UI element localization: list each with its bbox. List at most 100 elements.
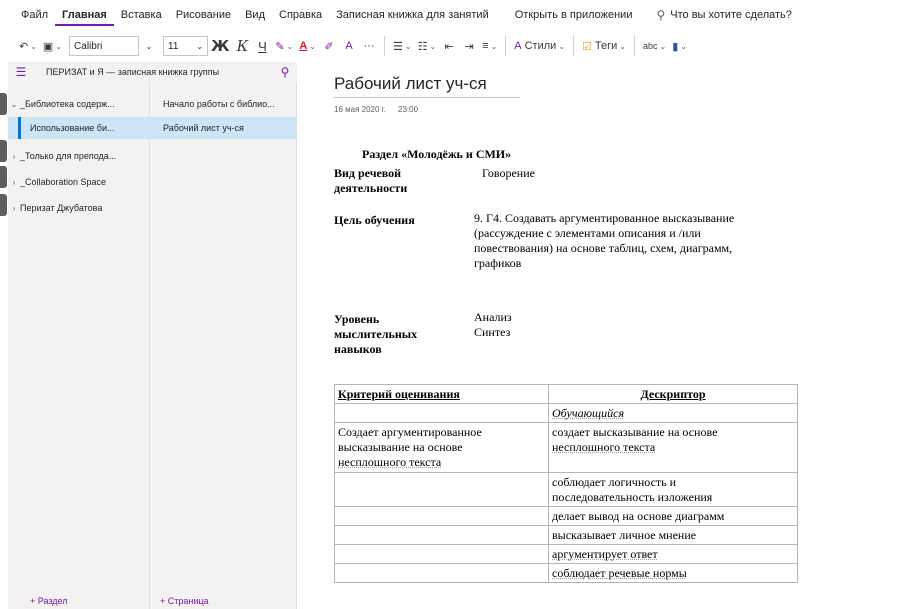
- table-cell[interactable]: [334, 525, 549, 545]
- section-label: _Collaboration Space: [20, 177, 107, 187]
- activity-label-line-1: Вид речевой: [334, 166, 402, 180]
- styles-button[interactable]: A Стили ⌄: [511, 34, 568, 58]
- chevron-down-icon: ⌄: [286, 41, 294, 51]
- tell-me-text: Что вы хотите сделать?: [670, 9, 792, 21]
- chevron-down-icon: ⌄: [619, 41, 626, 51]
- menu-class-notebook[interactable]: Записная книжка для занятий: [329, 9, 496, 21]
- descriptor-line: последовательность изложения: [552, 490, 713, 504]
- tell-me-box[interactable]: ⚲ Что вы хотите сделать?: [649, 8, 798, 22]
- font-size-input[interactable]: 11 ⌄: [163, 36, 209, 56]
- descriptor-header: Дескриптор: [640, 387, 706, 401]
- table-cell[interactable]: Обучающийся: [548, 403, 798, 423]
- font-color-icon: A: [299, 40, 308, 52]
- underline-button[interactable]: Ч: [252, 34, 272, 58]
- section-item-collaboration[interactable]: › _Collaboration Space: [8, 171, 150, 193]
- menu-open-in-app[interactable]: Открыть в приложении: [508, 9, 640, 21]
- notebook-header: ☰ ПЕРИЗАТ и Я — записная книжка группы ⚲: [8, 62, 297, 82]
- hamburger-menu-icon[interactable]: ☰: [8, 65, 34, 79]
- table-cell[interactable]: [334, 472, 549, 507]
- undo-button[interactable]: ↶ ⌄: [16, 34, 40, 58]
- styles-label: Стили: [524, 40, 557, 52]
- section-item-student[interactable]: › Перизат Джубатова: [8, 197, 150, 219]
- eraser-icon: ✐: [324, 40, 334, 53]
- table-cell[interactable]: создает высказывание на основе несплошно…: [548, 422, 798, 473]
- page-title[interactable]: Рабочий лист уч-ся: [334, 74, 487, 94]
- dictate-button[interactable]: ▮ ⌄: [669, 34, 690, 58]
- add-page-button[interactable]: + Страница: [160, 596, 209, 606]
- add-section-button[interactable]: + Раздел: [30, 596, 68, 606]
- goal-line: (рассуждение с элементами описания и /ил…: [474, 226, 701, 240]
- tags-button[interactable]: ☑ Теги ⌄: [579, 34, 629, 58]
- menu-file[interactable]: Файл: [14, 9, 55, 21]
- section-item-teacher-only[interactable]: › _Только для препода...: [8, 145, 150, 167]
- chevron-down-icon: ⌄: [558, 41, 566, 51]
- page-item-worksheet[interactable]: Рабочий лист уч-ся: [150, 117, 297, 139]
- menu-home[interactable]: Главная: [55, 9, 114, 26]
- table-cell[interactable]: [334, 403, 549, 423]
- table-cell[interactable]: [334, 544, 549, 564]
- undo-icon: ↶: [19, 40, 29, 53]
- descriptor-line: соблюдает логичность и: [552, 475, 677, 489]
- font-name-dropdown[interactable]: ⌄: [139, 36, 159, 56]
- table-header-cell[interactable]: Критерий оценивания: [334, 384, 549, 404]
- onenote-app: Файл Главная Вставка Рисование Вид Справ…: [0, 0, 905, 609]
- notebook-title[interactable]: ПЕРИЗАТ и Я — записная книжка группы: [34, 67, 273, 77]
- table-cell[interactable]: [334, 563, 549, 583]
- spelling-button[interactable]: abc ⌄: [640, 34, 669, 58]
- bullets-button[interactable]: ☰ ⌄: [390, 34, 415, 58]
- font-name-input[interactable]: Calibri: [69, 36, 140, 56]
- page-item-getting-started[interactable]: Начало работы с библио...: [150, 93, 297, 115]
- italic-button[interactable]: К: [232, 34, 252, 58]
- table-cell[interactable]: соблюдает речевые нормы: [548, 563, 798, 583]
- paste-button[interactable]: ▣ ⌄: [40, 34, 65, 58]
- descriptor-line: соблюдает речевые нормы: [552, 566, 687, 580]
- numbering-button[interactable]: ☷ ⌄: [415, 34, 440, 58]
- format-painter-button[interactable]: A: [339, 34, 359, 58]
- goal-line: повествования) на основе таблиц, схем, д…: [474, 241, 733, 255]
- bold-button[interactable]: Ж: [208, 34, 232, 58]
- menu-view[interactable]: Вид: [238, 9, 272, 21]
- chevron-down-icon: ⌄: [30, 41, 37, 51]
- table-cell[interactable]: Создает аргументированное высказывание н…: [334, 422, 549, 473]
- search-icon[interactable]: ⚲: [273, 65, 297, 79]
- chevron-down-icon: ⌄: [309, 41, 316, 51]
- pages-pane: [150, 62, 297, 609]
- format-painter-icon: A: [345, 40, 353, 52]
- table-header-cell[interactable]: Дескриптор: [548, 384, 798, 404]
- clear-format-button[interactable]: ✐: [319, 34, 339, 58]
- menu-insert[interactable]: Вставка: [114, 9, 169, 21]
- indent-button[interactable]: ⇥: [459, 34, 479, 58]
- font-color-button[interactable]: A ⌄: [296, 34, 319, 58]
- goal-line: 9. Г4. Создавать аргументированное выска…: [474, 211, 735, 225]
- section-color-tab: [0, 93, 7, 115]
- goal-label: Цель обучения: [334, 213, 415, 227]
- highlight-button[interactable]: ✎ ⌄: [272, 34, 296, 58]
- outdent-button[interactable]: ⇤: [439, 34, 459, 58]
- table-cell[interactable]: делает вывод на основе диаграмм: [548, 506, 798, 526]
- chevron-down-icon: ⌄: [490, 41, 498, 51]
- chevron-down-icon: ⌄: [10, 99, 18, 109]
- more-button[interactable]: ···: [359, 34, 379, 58]
- section-color-tab: [0, 194, 7, 216]
- level-label-line: навыков: [334, 342, 382, 356]
- table-cell[interactable]: аргументирует ответ: [548, 544, 798, 564]
- microphone-icon: ▮: [672, 40, 679, 53]
- chevron-right-icon: ›: [12, 203, 16, 213]
- spellcheck-icon: abc: [642, 41, 658, 51]
- table-cell[interactable]: [334, 506, 549, 526]
- level-label-line: Уровень: [334, 312, 380, 326]
- align-button[interactable]: ≡ ⌄: [479, 34, 500, 58]
- descriptor-line: создает высказывание на основе: [552, 425, 718, 439]
- page-time-value: 23:00: [398, 105, 419, 114]
- section-item-usage[interactable]: Использование би...: [8, 117, 150, 139]
- assessment-table[interactable]: Критерий оценивания Дескриптор Обучающий…: [334, 384, 798, 583]
- section-color-tab: [0, 166, 7, 188]
- menu-help[interactable]: Справка: [272, 9, 329, 21]
- chevron-right-icon: ›: [12, 177, 16, 187]
- table-cell[interactable]: соблюдает логичность и последовательност…: [548, 472, 798, 507]
- menu-draw[interactable]: Рисование: [169, 9, 238, 21]
- highlighter-icon: ✎: [275, 40, 285, 53]
- table-cell[interactable]: высказывает личное мнение: [548, 525, 798, 545]
- chevron-down-icon: ⌄: [680, 41, 687, 51]
- section-item-library[interactable]: ⌄ _Библиотека содерж...: [8, 93, 150, 115]
